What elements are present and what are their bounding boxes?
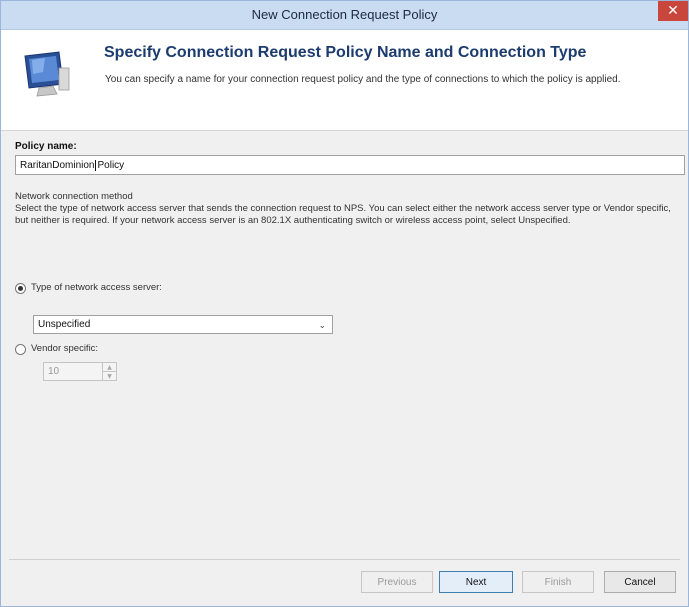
wizard-header: Specify Connection Request Policy Name a…: [1, 30, 688, 131]
spinner-up-icon: ▲: [107, 363, 112, 371]
computer-monitor-icon: [19, 50, 73, 105]
vendor-specific-radio[interactable]: [15, 344, 26, 355]
policy-name-value-end: Policy: [97, 159, 125, 171]
type-of-server-label: Type of network access server:: [31, 282, 162, 293]
footer-divider: [9, 559, 680, 560]
network-method-title: Network connection method: [15, 191, 133, 202]
cancel-button[interactable]: Cancel: [604, 571, 676, 593]
type-of-server-radio[interactable]: [15, 283, 26, 294]
vendor-specific-label: Vendor specific:: [31, 343, 99, 354]
spinner-down-icon: ▼: [103, 371, 116, 380]
server-type-value: Unspecified: [38, 319, 91, 330]
close-button[interactable]: ✕: [658, 1, 688, 21]
vendor-code-value: 10: [48, 366, 60, 377]
wizard-window: New Connection Request Policy ✕ Specify …: [0, 0, 689, 607]
chevron-down-icon: ⌄: [318, 321, 326, 331]
title-bar: New Connection Request Policy ✕: [1, 1, 688, 30]
server-type-select[interactable]: Unspecified ⌄: [33, 315, 333, 334]
close-icon: ✕: [667, 3, 679, 19]
previous-button[interactable]: Previous: [361, 571, 433, 593]
page-heading: Specify Connection Request Policy Name a…: [104, 44, 587, 61]
network-method-description: Select the type of network access server…: [15, 203, 671, 226]
spinner-arrows: ▲ ▼: [102, 363, 116, 380]
policy-name-input[interactable]: RaritanDominion Policy: [15, 155, 685, 175]
policy-name-label: Policy name:: [15, 141, 77, 152]
text-caret: [95, 159, 97, 171]
finish-button[interactable]: Finish: [522, 571, 594, 593]
policy-name-value-start: RaritanDominion: [20, 159, 95, 171]
window-title: New Connection Request Policy: [251, 7, 438, 22]
vendor-code-spinner: 10 ▲ ▼: [43, 362, 117, 381]
page-subheading: You can specify a name for your connecti…: [105, 74, 621, 85]
next-button[interactable]: Next: [439, 571, 513, 593]
